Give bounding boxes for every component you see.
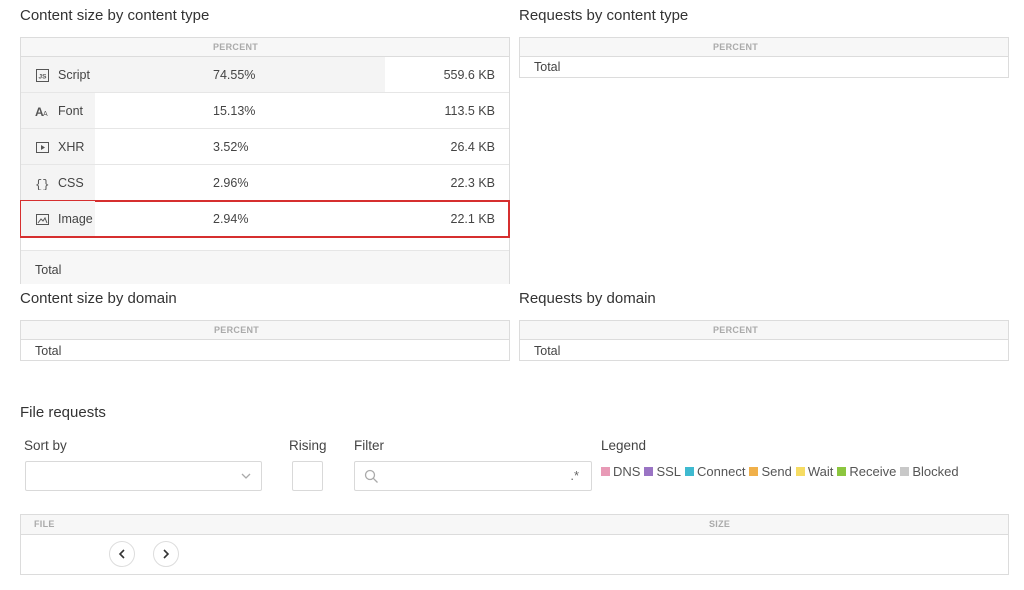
legend-swatch [601,467,610,476]
legend-swatch [685,467,695,476]
legend-item-send: Send [749,464,792,479]
table-row[interactable]: Image 2.94% 22.1 KB [20,200,510,238]
legend-item-wait: Wait [795,464,834,479]
content-type-name: Font [58,104,84,118]
timing-legend: DNS SSL Connect Send Wait Receive Blocked [601,464,963,479]
size-value: 113.5 KB [444,104,495,118]
percent-value: 15.13% [213,104,256,118]
filter-label: Filter [354,438,384,453]
legend-item-label: Receive [849,464,897,479]
legend-item-label: Blocked [912,464,959,479]
search-icon [364,469,378,483]
requests-domain-table: PERCENT Total [519,320,1009,361]
image-icon [35,212,49,226]
percent-column-header: PERCENT [213,42,259,52]
percent-value: 3.52% [213,140,249,154]
legend-item-receive: Receive [837,464,896,479]
file-column-header: FILE [34,519,55,529]
legend-swatch [837,467,847,476]
content-type-name: Script [58,68,90,82]
size-value: 559.6 KB [443,68,495,82]
requests-domain-title: Requests by domain [519,290,656,307]
percent-column-header: PERCENT [214,325,260,335]
svg-text:A: A [43,111,48,118]
legend-swatch [644,467,654,476]
previous-page-button[interactable] [109,541,135,567]
percent-value: 2.94% [213,212,249,226]
size-value: 22.3 KB [450,176,495,190]
sort-by-label: Sort by [24,438,67,453]
total-label: Total [35,344,62,358]
css-icon: {} [35,176,49,190]
legend-item-label: Wait [807,464,834,479]
chevron-right-icon [163,549,170,559]
requests-type-table: PERCENT Total [519,37,1009,78]
sort-by-select[interactable] [25,461,262,491]
rising-label: Rising [289,438,327,453]
percent-column-header: PERCENT [713,325,759,335]
table-header: PERCENT [21,321,509,340]
xhr-icon [35,140,49,154]
legend-item-blocked: Blocked [900,464,959,479]
table-row[interactable]: XHR 3.52% 26.4 KB [21,129,509,165]
content-type-name: Image [58,212,93,226]
content-size-domain-title: Content size by domain [20,290,177,307]
content-size-domain-table: PERCENT Total [20,320,510,361]
font-icon: AA [35,104,49,118]
legend-item-connect: Connect [685,464,745,479]
js-icon: JS [35,68,49,82]
size-value: 22.1 KB [450,212,495,226]
chevron-down-icon [241,473,251,479]
total-label: Total [534,344,561,358]
legend-swatch [749,467,759,476]
percent-value: 2.96% [213,176,249,190]
legend-item-label: Send [761,464,792,479]
filter-input[interactable]: .* [354,461,592,491]
percent-value: 74.55% [213,68,256,82]
table-header: PERCENT [520,38,1008,57]
legend-item-dns: DNS [601,464,640,479]
svg-text:{}: {} [35,178,49,190]
legend-swatch [795,467,805,476]
table-row[interactable]: A A Font 15.13% 113.5 KB [21,93,509,129]
file-requests-table: FILE SIZE [20,514,1009,575]
size-value: 26.4 KB [450,140,495,154]
content-size-type-title: Content size by content type [20,7,210,24]
total-label: Total [534,60,561,74]
content-type-name: XHR [58,140,85,154]
table-header: PERCENT [21,38,509,57]
chevron-left-icon [118,549,125,559]
rising-checkbox[interactable] [292,461,323,491]
legend-label: Legend [601,438,647,453]
total-row: Total [21,250,509,284]
file-requests-title: File requests [20,404,106,421]
svg-text:JS: JS [38,73,47,80]
legend-item-label: SSL [656,464,682,479]
total-label: Total [35,263,62,277]
legend-item-label: DNS [613,464,641,479]
legend-item-ssl: SSL [644,464,681,479]
legend-item-label: Connect [697,464,746,479]
regex-toggle[interactable]: .* [570,468,579,483]
table-header: PERCENT [520,321,1008,340]
size-column-header: SIZE [709,519,731,529]
legend-swatch [900,467,910,476]
content-size-type-table: PERCENT JS Script 74.55% 559.6 KB A A Font 15.1… [20,37,510,284]
table-row[interactable]: {} CSS 2.96% 22.3 KB [21,165,509,201]
percent-column-header: PERCENT [713,42,759,52]
next-page-button[interactable] [153,541,179,567]
requests-type-title: Requests by content type [519,7,689,24]
table-row[interactable]: JS Script 74.55% 559.6 KB [21,57,509,93]
content-type-name: CSS [58,176,84,190]
table-header: FILE SIZE [21,515,1008,535]
